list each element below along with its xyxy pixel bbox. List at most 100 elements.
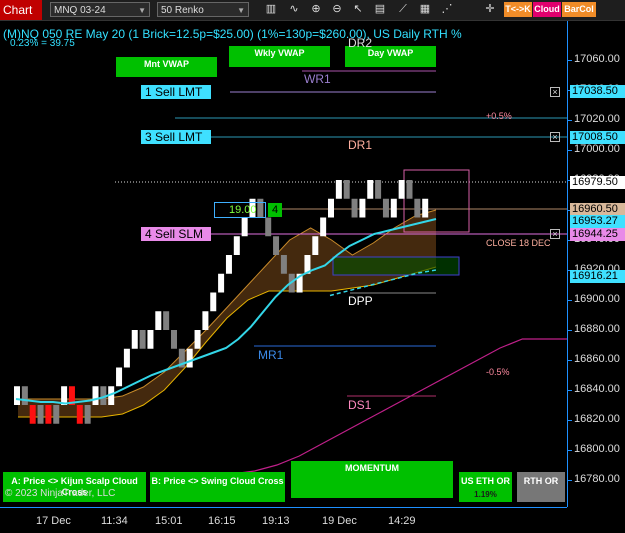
chart-subtitle: 0.23% = 39.75: [10, 38, 75, 49]
renko-brick: [14, 386, 20, 405]
cross-toggle-button[interactable]: T<->K: [504, 2, 532, 17]
close-level-label: CLOSE 18 DEC: [486, 238, 551, 248]
time-tick: 11:34: [101, 515, 128, 527]
renko-brick: [194, 330, 201, 349]
ds1-label: DS1: [348, 398, 372, 412]
renko-brick: [163, 311, 170, 330]
renko-brick: [375, 180, 382, 199]
price-tick: 16880.00: [568, 323, 620, 335]
zoom-in-icon[interactable]: ⊕: [309, 2, 323, 17]
ichimoku-cloud: [18, 210, 436, 417]
renko-brick: [367, 180, 374, 199]
indicator-icon[interactable]: ∿: [287, 2, 301, 17]
data-box-icon[interactable]: ▦: [418, 2, 432, 17]
swing-cloud-cross-button[interactable]: B: Price <> Swing Cloud Cross: [150, 472, 285, 502]
renko-brick: [155, 311, 162, 330]
renko-brick: [37, 405, 44, 424]
barcol-toggle-button[interactable]: BarCol: [562, 2, 596, 17]
renko-brick: [273, 236, 280, 255]
momentum-button[interactable]: MOMENTUM: [291, 461, 453, 498]
strategy-icon[interactable]: ⋰: [440, 2, 454, 17]
bar-type-value: 50 Renko: [161, 5, 204, 16]
pointer-icon[interactable]: ↖: [351, 2, 365, 17]
position-qty-badge[interactable]: 4: [268, 203, 282, 217]
sell3-price-label: 17008.50: [570, 131, 625, 144]
instrument-selector[interactable]: MNQ 03-24 ▼: [50, 2, 150, 17]
crosshair-icon[interactable]: ✛: [483, 2, 497, 17]
wkly-vwap-button[interactable]: Wkly VWAP: [229, 46, 330, 67]
opening-range-box: [332, 256, 460, 276]
price-tick: 17000.00: [568, 143, 620, 155]
us-eth-or-value: 1.19%: [474, 490, 497, 499]
renko-brick: [218, 273, 225, 293]
renko-brick: [21, 386, 28, 405]
dpp-label: DPP: [348, 294, 373, 308]
price-tick: 16900.00: [568, 293, 620, 305]
cloud-lower-line: [18, 266, 437, 418]
dashed-ma-price-label: 16916.21: [570, 270, 625, 283]
price-tick: 17060.00: [568, 53, 620, 65]
copyright-text: © 2023 NinjaTrader, LLC: [5, 488, 116, 499]
properties-icon[interactable]: ▤: [373, 2, 387, 17]
time-axis[interactable]: 17 Dec 11:34 15:01 16:15 19:13 19 Dec 14…: [0, 507, 567, 533]
dr1-label: DR1: [348, 138, 373, 152]
drawing-tool-icon[interactable]: ⟋: [396, 2, 410, 17]
renko-brick: [241, 217, 248, 237]
price-tick: 16780.00: [568, 473, 620, 485]
renko-brick: [359, 198, 366, 218]
plus-half-percent-label: +0.5%: [486, 111, 512, 121]
sell4-order-label[interactable]: 4 Sell SLM: [141, 227, 211, 241]
close-icon[interactable]: ×: [550, 132, 560, 142]
renko-brick: [320, 217, 327, 237]
renko-brick: [225, 255, 232, 274]
chart-tab[interactable]: Chart: [0, 0, 42, 20]
bar-chart-icon[interactable]: ▥: [264, 2, 278, 17]
renko-brick: [382, 198, 389, 218]
price-axis[interactable]: 17060.0017040.0017020.0017000.0016980.00…: [567, 21, 625, 507]
close-icon[interactable]: ×: [550, 229, 560, 239]
renko-brick: [116, 367, 123, 387]
chart-panel[interactable]: (M)NQ 050 RE May 20 (1 Brick=12.5p=$25.0…: [0, 21, 567, 507]
close-icon[interactable]: ×: [550, 87, 560, 97]
renko-brick: [84, 405, 91, 424]
price-tick: 17020.00: [568, 113, 620, 125]
bar-type-selector[interactable]: 50 Renko ▼: [157, 2, 249, 17]
renko-brick: [398, 180, 405, 199]
cloud-toggle-button[interactable]: Cloud: [533, 2, 561, 17]
renko-brick: [76, 405, 83, 424]
rth-or-button[interactable]: RTH OR: [517, 472, 565, 502]
minus-half-percent-label: -0.5%: [486, 367, 510, 377]
renko-brick: [139, 330, 146, 349]
zoom-out-icon[interactable]: ⊖: [330, 2, 344, 17]
position-price-box[interactable]: 19.00: [214, 202, 266, 218]
mnt-vwap-button[interactable]: Mnt VWAP: [116, 57, 217, 77]
renko-brick: [351, 198, 358, 218]
renko-brick: [147, 330, 154, 349]
renko-brick: [92, 386, 99, 405]
fast-ma-price-label: 16953.27: [570, 215, 625, 228]
renko-brick: [233, 236, 240, 255]
sell4-price-label: 16944.25: [570, 228, 625, 241]
last-price-label: 16979.50: [570, 176, 625, 189]
renko-brick: [210, 292, 217, 312]
price-tick: 16800.00: [568, 443, 620, 455]
sell1-price-label: 17038.50: [570, 85, 625, 98]
price-chart[interactable]: [0, 21, 567, 507]
sell1-order-label[interactable]: 1 Sell LMT: [141, 85, 211, 99]
renko-brick: [186, 348, 193, 368]
toolbar: Chart MNQ 03-24 ▼ 50 Renko ▼ ▥ ∿ ⊕ ⊖ ↖ ▤ ⟋…: [0, 0, 625, 21]
renko-brick: [123, 348, 130, 368]
sell3-order-label[interactable]: 3 Sell LMT: [141, 130, 211, 144]
us-eth-or-button[interactable]: US ETH OR 1.19%: [459, 472, 512, 502]
renko-brick: [312, 236, 319, 255]
renko-brick: [280, 255, 287, 274]
renko-brick: [335, 180, 342, 199]
renko-brick: [202, 311, 209, 330]
renko-brick: [29, 405, 36, 424]
renko-brick: [343, 180, 350, 199]
renko-brick: [406, 180, 413, 199]
renko-brick: [53, 405, 60, 424]
renko-brick: [45, 405, 52, 424]
time-tick: 19 Dec: [322, 515, 357, 527]
renko-brick: [265, 217, 272, 237]
